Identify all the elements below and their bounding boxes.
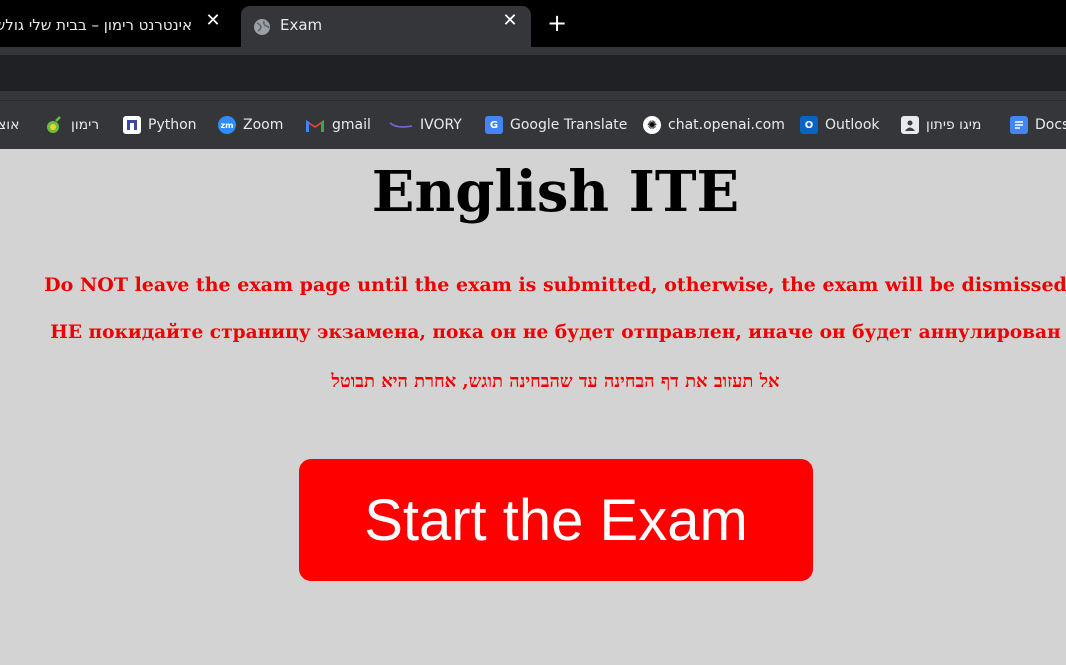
- ivory-icon: [389, 122, 413, 128]
- tab-rimon[interactable]: אינטרנט רימון – בבית שלי גולש ✕: [0, 6, 235, 47]
- bookmark-label: מיגו פיתון: [926, 117, 982, 133]
- bookmark-migo-python[interactable]: מיגו פיתון: [901, 114, 981, 136]
- bookmark-docs[interactable]: Docs: [1010, 114, 1066, 136]
- google-docs-icon: [1010, 116, 1028, 134]
- bookmark-otzar[interactable]: אוצ: [0, 114, 19, 136]
- bookmark-label: Python: [148, 117, 197, 133]
- bookmark-zoom[interactable]: zm Zoom: [218, 114, 283, 136]
- google-translate-icon: G: [485, 116, 503, 134]
- bookmark-label: gmail: [332, 117, 371, 133]
- bookmark-rimon[interactable]: רימון: [44, 114, 99, 136]
- tab-strip: אינטרנט רימון – בבית שלי גולש ✕ Exam ✕ +: [0, 0, 1066, 47]
- bookmark-label: רימון: [71, 117, 100, 133]
- globe-icon: [254, 19, 270, 35]
- page-content: English ITE Do NOT leave the exam page u…: [0, 149, 1066, 665]
- tab-exam[interactable]: Exam ✕: [241, 6, 531, 47]
- bookmark-label: Google Translate: [510, 117, 628, 133]
- bookmark-label: Zoom: [243, 117, 284, 133]
- bookmark-label: IVORY: [420, 117, 462, 133]
- bookmark-label: chat.openai.com: [668, 117, 785, 133]
- python-bookmark-icon: [123, 116, 141, 134]
- bookmark-ivory[interactable]: IVORY: [389, 114, 462, 136]
- warning-russian: НЕ покидайте страницу экзамена, пока он …: [50, 322, 1061, 343]
- zoom-icon: zm: [218, 116, 236, 134]
- close-icon[interactable]: ✕: [502, 12, 518, 30]
- plus-icon[interactable]: +: [546, 11, 568, 35]
- address-bar[interactable]: [0, 55, 1066, 91]
- warning-english: Do NOT leave the exam page until the exa…: [44, 274, 1066, 296]
- bookmark-python[interactable]: Python: [123, 114, 197, 136]
- bookmark-chatgpt[interactable]: ✺ chat.openai.com: [643, 114, 785, 136]
- rimon-logo-icon: [47, 116, 61, 133]
- tab-title: Exam: [280, 16, 323, 34]
- gmail-icon: [306, 120, 324, 132]
- warning-hebrew: אל תעזוב את דף הבחינה עד שהבחינה תוגש, א…: [331, 371, 780, 392]
- bookmarks-bar: אוצ רימון Python zm Zoom gmail IVORY G G…: [0, 100, 1066, 149]
- contact-icon: [901, 116, 919, 134]
- bookmark-label: Outlook: [825, 117, 880, 133]
- tab-title: אינטרנט רימון – בבית שלי גולש: [0, 16, 192, 34]
- close-icon[interactable]: ✕: [205, 12, 221, 30]
- bookmark-label: Docs: [1035, 117, 1066, 133]
- bookmark-label: אוצ: [0, 117, 20, 133]
- start-exam-button[interactable]: Start the Exam: [299, 459, 813, 581]
- openai-icon: ✺: [643, 116, 661, 134]
- page-title: English ITE: [371, 159, 740, 225]
- browser-toolbar: [0, 47, 1066, 100]
- bookmark-gmail[interactable]: gmail: [305, 114, 371, 136]
- bookmark-google-translate[interactable]: G Google Translate: [485, 114, 627, 136]
- outlook-icon: O: [800, 116, 818, 134]
- bookmark-outlook[interactable]: O Outlook: [800, 114, 880, 136]
